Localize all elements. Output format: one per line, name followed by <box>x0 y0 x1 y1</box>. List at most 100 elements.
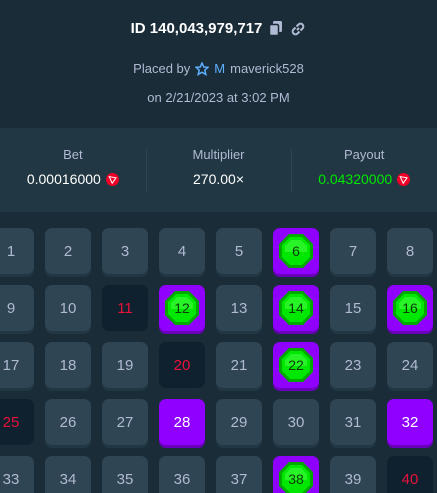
tile-number: 19 <box>116 356 134 374</box>
keno-tile: 7 <box>330 228 376 274</box>
keno-tile: 35 <box>102 456 148 493</box>
tile-number: 17 <box>2 356 20 374</box>
keno-tile-hit: 38 <box>273 456 319 493</box>
tile-number: 34 <box>59 470 77 488</box>
tile-number: 40 <box>401 470 419 488</box>
keno-tile: 13 <box>216 285 262 331</box>
copy-icon[interactable] <box>268 21 284 37</box>
tile-number: 1 <box>6 242 16 260</box>
keno-tile: 29 <box>216 399 262 445</box>
link-icon[interactable] <box>290 21 306 37</box>
tile-number: 21 <box>230 356 248 374</box>
keno-tile: 33 <box>0 456 34 493</box>
tile-number: 16 <box>402 300 418 316</box>
tile-number: 22 <box>288 357 304 373</box>
gem-icon: 22 <box>278 347 314 383</box>
keno-tile: 39 <box>330 456 376 493</box>
keno-tile-hit: 14 <box>273 285 319 331</box>
keno-tile: 18 <box>45 342 91 388</box>
tile-number: 30 <box>287 413 305 431</box>
tile-number: 35 <box>116 470 134 488</box>
tile-number: 14 <box>288 300 304 316</box>
tile-number: 7 <box>348 242 358 260</box>
keno-tile: 4 <box>159 228 205 274</box>
keno-tile-picked: 32 <box>387 399 433 445</box>
bet-stat: Bet 0.00016000 <box>0 147 146 193</box>
tile-number: 29 <box>230 413 248 431</box>
tile-number: 11 <box>117 299 133 317</box>
tile-number: 6 <box>292 243 300 259</box>
keno-tile-hit: 22 <box>273 342 319 388</box>
keno-tile: 17 <box>0 342 34 388</box>
keno-tile: 27 <box>102 399 148 445</box>
tile-number: 9 <box>6 299 16 317</box>
tile-number: 38 <box>288 471 304 487</box>
payout-stat: Payout 0.04320000 <box>291 147 437 193</box>
keno-tile: 2 <box>45 228 91 274</box>
keno-tile: 5 <box>216 228 262 274</box>
bet-amount: 0.00016000 <box>27 171 119 187</box>
tile-number: 18 <box>59 356 77 374</box>
tile-number: 36 <box>173 470 191 488</box>
payout-value: 0.04320000 <box>318 171 393 187</box>
keno-tile: 1 <box>0 228 34 274</box>
keno-tile-miss: 25 <box>0 399 34 445</box>
tile-number: 4 <box>177 242 187 260</box>
vip-star-icon <box>195 61 210 76</box>
bet-date: on 2/21/2023 at 3:02 PM <box>147 90 290 105</box>
keno-tile: 21 <box>216 342 262 388</box>
placed-by-label: Placed by <box>133 61 191 76</box>
multiplier-stat: Multiplier 270.00× <box>145 147 292 193</box>
gem-icon: 12 <box>164 290 200 326</box>
payout-label: Payout <box>343 147 385 162</box>
vip-rank: M <box>214 61 226 76</box>
keno-tile-hit: 16 <box>387 285 433 331</box>
keno-tile: 31 <box>330 399 376 445</box>
tile-number: 12 <box>174 300 190 316</box>
multiplier-value: 270.00× <box>193 171 244 187</box>
tile-number: 15 <box>344 299 362 317</box>
keno-tile: 23 <box>330 342 376 388</box>
tile-number: 28 <box>173 413 191 431</box>
username-link[interactable]: maverick528 <box>230 61 304 76</box>
gem-icon: 16 <box>392 290 428 326</box>
keno-tile-hit: 6 <box>273 228 319 274</box>
keno-tile: 24 <box>387 342 433 388</box>
multiplier-label: Multiplier <box>192 147 245 162</box>
keno-tile: 26 <box>45 399 91 445</box>
payout-amount: 0.04320000 <box>318 171 411 187</box>
keno-tile: 34 <box>45 456 91 493</box>
keno-tile-picked: 28 <box>159 399 205 445</box>
gem-icon: 6 <box>278 233 314 269</box>
keno-tile: 8 <box>387 228 433 274</box>
gem-icon: 38 <box>278 461 314 493</box>
keno-tile-miss: 20 <box>159 342 205 388</box>
tile-number: 33 <box>2 470 20 488</box>
gem-icon: 14 <box>278 290 314 326</box>
keno-tile: 15 <box>330 285 376 331</box>
tile-number: 5 <box>234 242 244 260</box>
keno-tile-miss: 40 <box>387 456 433 493</box>
keno-tile: 37 <box>216 456 262 493</box>
keno-tile: 36 <box>159 456 205 493</box>
tile-number: 27 <box>116 413 134 431</box>
tile-number: 39 <box>344 470 362 488</box>
tile-number: 26 <box>59 413 77 431</box>
bet-id: ID 140,043,979,717 <box>130 20 263 37</box>
tile-number: 3 <box>120 242 130 260</box>
bet-label: Bet <box>63 147 83 162</box>
tron-coin-icon <box>397 172 411 186</box>
tile-number: 25 <box>2 413 20 431</box>
tile-number: 37 <box>230 470 248 488</box>
tile-number: 2 <box>63 242 73 260</box>
bet-id-row: ID 140,043,979,717 <box>0 20 437 37</box>
keno-tile: 3 <box>102 228 148 274</box>
tile-number: 24 <box>401 356 419 374</box>
keno-tile: 9 <box>0 285 34 331</box>
tile-number: 10 <box>59 299 77 317</box>
tile-number: 32 <box>401 413 419 431</box>
bet-value: 0.00016000 <box>26 171 101 187</box>
tron-coin-icon <box>105 172 119 186</box>
bet-details-header: ID 140,043,979,717 Placed by M maverick5… <box>0 0 437 128</box>
keno-tile: 10 <box>45 285 91 331</box>
